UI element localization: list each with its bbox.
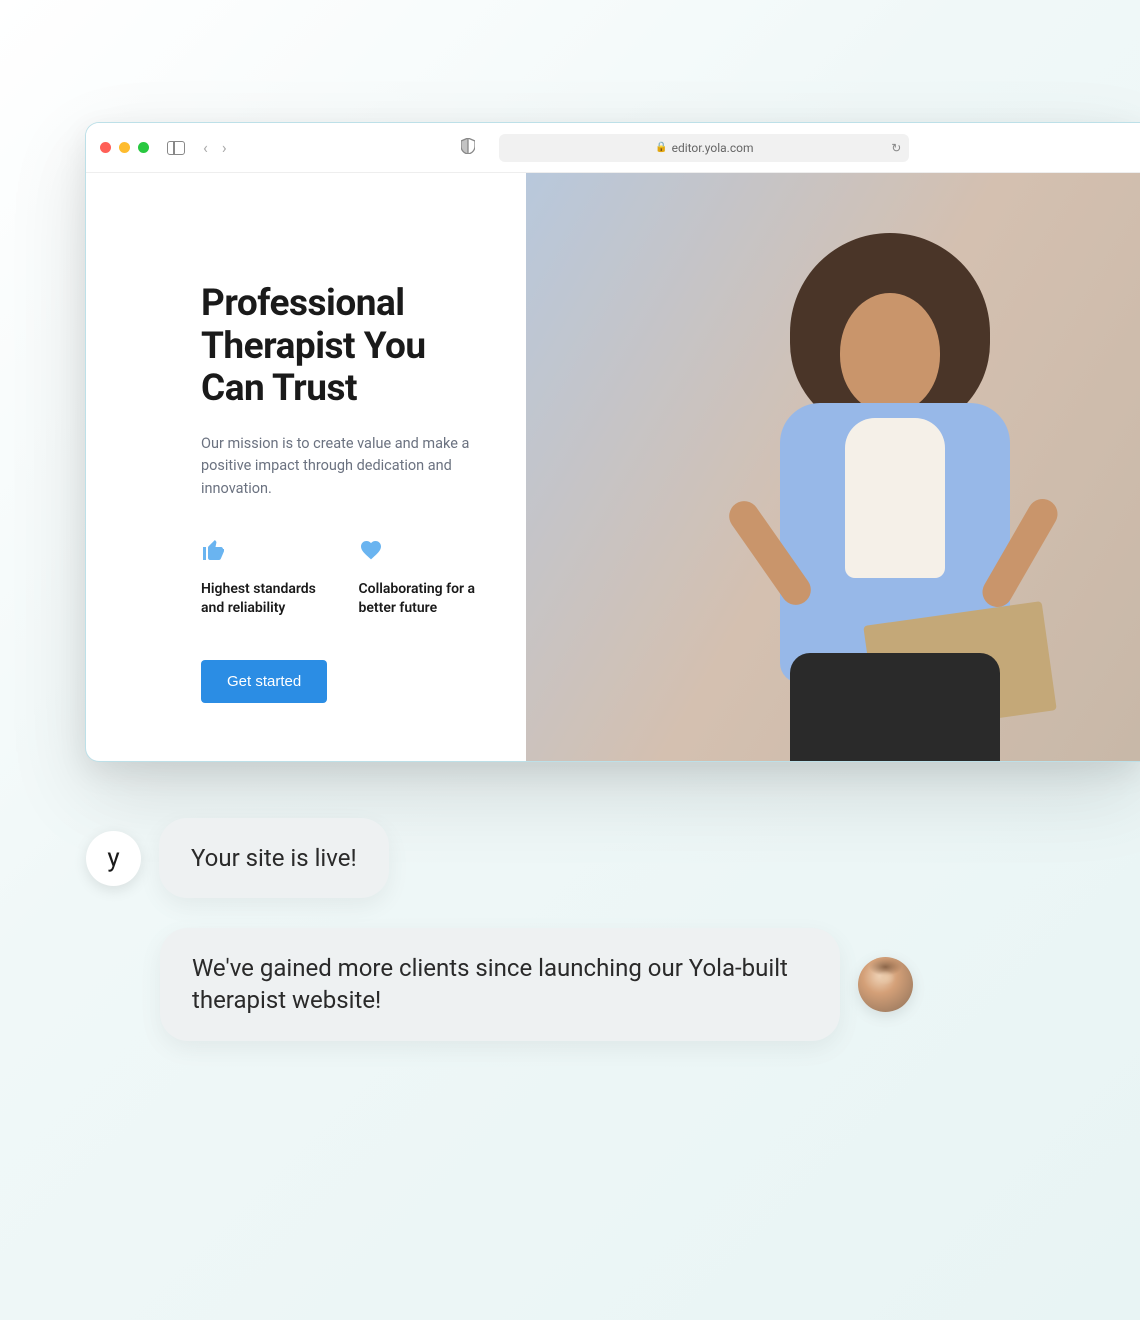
close-window-icon[interactable] bbox=[100, 142, 111, 153]
feature-list: Highest standards and reliability Collab… bbox=[201, 538, 486, 618]
user-avatar bbox=[858, 957, 913, 1012]
lock-icon: 🔒 bbox=[655, 142, 667, 153]
brand-glyph: y bbox=[107, 843, 119, 873]
thumbs-up-icon bbox=[201, 538, 329, 566]
hero-section: Professional Therapist You Can Trust Our… bbox=[86, 173, 526, 761]
brand-avatar: y bbox=[86, 831, 141, 886]
page-title: Professional Therapist You Can Trust bbox=[201, 283, 486, 411]
browser-window: ‹ › 🔒 editor.yola.com ↻ Professional The… bbox=[85, 122, 1140, 762]
feature-item: Collaborating for a better future bbox=[359, 538, 487, 618]
browser-content: Professional Therapist You Can Trust Our… bbox=[86, 173, 1140, 761]
hero-image bbox=[526, 173, 1140, 761]
feature-label: Collaborating for a better future bbox=[359, 580, 487, 618]
reload-icon[interactable]: ↻ bbox=[891, 141, 901, 155]
feature-item: Highest standards and reliability bbox=[201, 538, 329, 618]
forward-icon[interactable]: › bbox=[222, 138, 227, 157]
chat-bubble: Your site is live! bbox=[159, 818, 389, 898]
chat-message-row: We've gained more clients since launchin… bbox=[160, 928, 913, 1041]
chat-bubble: We've gained more clients since launchin… bbox=[160, 928, 840, 1041]
sidebar-toggle-icon[interactable] bbox=[167, 141, 185, 155]
shield-icon[interactable] bbox=[461, 138, 475, 158]
traffic-lights bbox=[100, 142, 149, 153]
heart-icon bbox=[359, 538, 487, 566]
minimize-window-icon[interactable] bbox=[119, 142, 130, 153]
nav-arrows: ‹ › bbox=[203, 138, 227, 157]
feature-label: Highest standards and reliability bbox=[201, 580, 329, 618]
therapist-illustration bbox=[750, 233, 1050, 733]
page-subtitle: Our mission is to create value and make … bbox=[201, 433, 481, 500]
maximize-window-icon[interactable] bbox=[138, 142, 149, 153]
browser-chrome: ‹ › 🔒 editor.yola.com ↻ bbox=[86, 123, 1140, 173]
chat-message-row: y Your site is live! bbox=[86, 818, 389, 898]
address-bar[interactable]: 🔒 editor.yola.com ↻ bbox=[499, 134, 909, 162]
back-icon[interactable]: ‹ bbox=[203, 138, 208, 157]
get-started-button[interactable]: Get started bbox=[201, 660, 327, 703]
url-text: editor.yola.com bbox=[672, 141, 754, 155]
